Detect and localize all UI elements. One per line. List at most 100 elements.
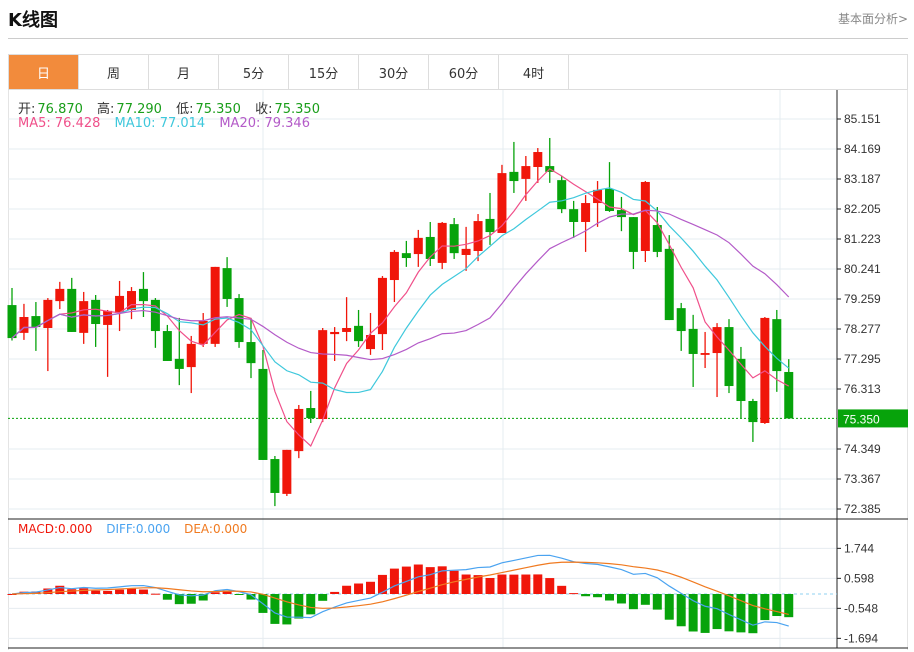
candle-body: [700, 353, 710, 355]
macd-bar: [616, 594, 626, 604]
candle: [593, 181, 603, 227]
candle: [688, 314, 698, 387]
macd-y-tick-label: 0.598: [844, 571, 874, 585]
candle-body: [569, 209, 579, 222]
candle: [342, 297, 352, 342]
candle-body: [473, 221, 483, 252]
ohlc-info: 开: 76.870 高: 77.290 低: 75.350 收: 75.350: [18, 98, 330, 117]
macd-bar: [330, 591, 340, 594]
macd-bar: [282, 594, 292, 625]
macd-bar: [664, 594, 674, 620]
candle: [724, 319, 734, 394]
y-tick-label: 77.295: [844, 352, 881, 366]
candle-body: [318, 330, 328, 420]
candle-body: [664, 248, 674, 321]
candle-body: [174, 358, 184, 369]
macd-bar: [103, 590, 113, 594]
candle: [425, 221, 435, 266]
last-price-label: 75.350: [843, 412, 880, 426]
candle: [581, 195, 591, 252]
candle: [19, 303, 29, 340]
macd-bar: [461, 574, 471, 594]
macd-bar: [425, 567, 435, 594]
candle: [174, 317, 184, 386]
macd-bar: [127, 588, 136, 594]
candle: [676, 302, 686, 351]
y-tick-label: 83.187: [844, 172, 881, 186]
candle: [413, 229, 423, 267]
macd-bar: [652, 594, 662, 610]
candle: [318, 327, 328, 423]
candle: [67, 277, 77, 332]
candle: [389, 250, 399, 303]
macd-bar: [366, 581, 375, 594]
candle-body: [449, 224, 459, 254]
y-tick-label: 73.367: [844, 472, 881, 486]
y-tick-label: 81.223: [844, 232, 881, 246]
close-label: 收:: [255, 102, 273, 117]
ma5-value: MA5: 76.428: [18, 116, 101, 131]
candle-body: [533, 152, 543, 167]
y-tick-label: 84.169: [844, 142, 881, 156]
candle: [748, 398, 758, 442]
candle-body: [354, 325, 364, 342]
ma-info: MA5: 76.428 MA10: 77.014 MA20: 79.346: [18, 116, 312, 131]
candle: [509, 141, 519, 193]
macd-bar: [605, 594, 614, 601]
y-tick-label: 74.349: [844, 442, 881, 456]
candle-body: [509, 171, 519, 182]
macd-bar: [688, 594, 698, 632]
candle-body: [162, 331, 172, 361]
candle: [377, 276, 387, 350]
candle-body: [389, 251, 399, 281]
candle-body: [485, 218, 495, 233]
candle: [569, 200, 579, 238]
candle-body: [401, 253, 411, 259]
macd-bar: [521, 574, 531, 594]
macd-bar: [150, 593, 160, 595]
candle-body: [724, 327, 734, 387]
candle: [91, 294, 101, 347]
high-label: 高:: [97, 102, 115, 117]
candle: [712, 323, 722, 398]
candle-body: [748, 401, 758, 423]
candle-body: [282, 449, 292, 494]
candle-body: [7, 305, 17, 339]
candle: [43, 298, 53, 372]
candle-body: [222, 268, 232, 299]
candle-body: [437, 222, 447, 263]
macd-bar: [294, 594, 304, 619]
candle-body: [306, 408, 316, 419]
y-tick-label: 82.205: [844, 202, 881, 216]
candle-body: [784, 371, 794, 419]
candle-body: [150, 299, 160, 332]
ma10-value: MA10: 77.014: [114, 116, 206, 131]
candle-body: [772, 319, 782, 372]
candle-body: [676, 308, 686, 332]
macd-bar: [115, 589, 125, 594]
candle: [449, 218, 459, 259]
macd-bar: [509, 574, 519, 594]
candle: [664, 235, 674, 321]
y-tick-label: 76.313: [844, 382, 881, 396]
macd-bar: [640, 594, 650, 605]
candle-body: [413, 237, 423, 255]
candle-body: [342, 327, 352, 332]
candle-body: [461, 248, 471, 255]
candle-body: [521, 166, 531, 179]
candle: [330, 327, 340, 361]
candle: [162, 324, 172, 361]
macd-bar: [497, 574, 507, 594]
candle: [545, 137, 555, 183]
candle: [103, 309, 113, 377]
macd-bar: [628, 594, 638, 610]
macd-bar: [234, 594, 244, 595]
candle-body: [688, 328, 698, 354]
macd-bar: [700, 594, 710, 633]
macd-bar: [318, 594, 328, 601]
macd-bar: [306, 594, 316, 615]
dea-value: DEA:0.000: [184, 522, 248, 536]
candle-body: [270, 459, 280, 493]
y-tick-label: 79.259: [844, 292, 881, 306]
candle-body: [628, 217, 638, 252]
